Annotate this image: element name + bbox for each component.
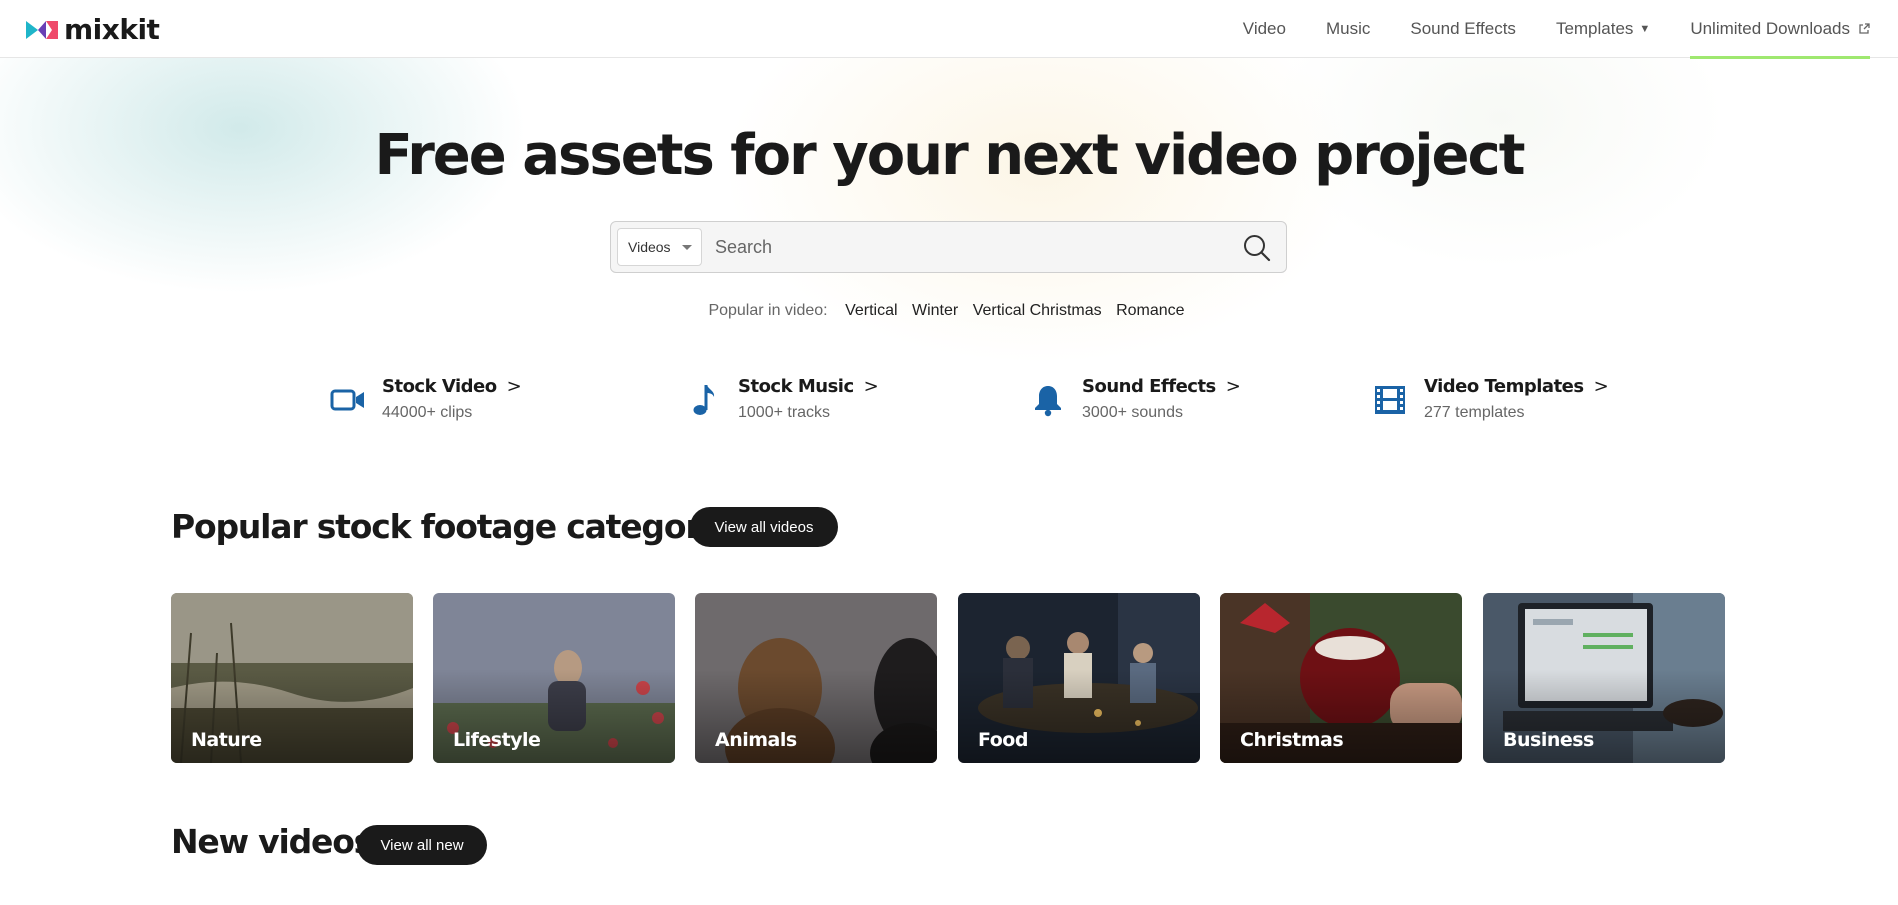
- mixkit-logo[interactable]: mixkit: [26, 13, 160, 46]
- card-label: Food: [978, 729, 1028, 751]
- popular-tag[interactable]: Romance: [1116, 302, 1184, 319]
- film-strip-icon: [1372, 382, 1408, 418]
- popular-tag[interactable]: Vertical Christmas: [973, 302, 1102, 319]
- category-subtitle: 44000+ clips: [382, 404, 473, 421]
- nav-templates-label: Templates: [1555, 19, 1634, 38]
- search-bar: Videos: [610, 221, 1287, 273]
- nav-sound-effects-label: Sound Effects: [1410, 19, 1516, 38]
- chevron-right-icon: >: [863, 376, 879, 397]
- nav-music[interactable]: Music: [1326, 0, 1370, 58]
- category-title: Video Templates: [1424, 376, 1584, 397]
- category-card-food[interactable]: Food: [958, 593, 1200, 763]
- music-note-icon: [686, 382, 722, 418]
- search-icon[interactable]: [1242, 233, 1272, 263]
- hero-title: Free assets for your next video project: [374, 123, 1526, 188]
- category-card-animals[interactable]: Animals: [695, 593, 937, 763]
- category-title: Sound Effects: [1082, 376, 1216, 397]
- logo-mark-icon: [26, 21, 58, 39]
- chevron-right-icon: >: [1225, 376, 1241, 397]
- new-videos-title: New videos: [171, 822, 373, 861]
- card-label: Christmas: [1240, 729, 1344, 751]
- video-camera-icon: [330, 382, 366, 418]
- category-video-templates[interactable]: Video Templates > 277 templates: [1372, 376, 1609, 422]
- nav-unlimited-downloads-label: Unlimited Downloads: [1690, 19, 1850, 38]
- external-link-icon: [1859, 23, 1870, 34]
- popular-tag[interactable]: Winter: [912, 302, 958, 319]
- category-card-nature[interactable]: Nature: [171, 593, 413, 763]
- category-stock-music[interactable]: Stock Music > 1000+ tracks: [686, 376, 879, 422]
- nav-sound-effects[interactable]: Sound Effects: [1410, 0, 1516, 58]
- category-title: Stock Music: [738, 376, 854, 397]
- card-label: Business: [1503, 729, 1594, 751]
- category-subtitle: 1000+ tracks: [738, 404, 831, 421]
- card-label: Lifestyle: [453, 729, 541, 751]
- nav-video-label: Video: [1242, 19, 1286, 38]
- category-subtitle: 277 templates: [1424, 404, 1525, 421]
- nav-video[interactable]: Video: [1243, 0, 1286, 58]
- popular-tag[interactable]: Vertical: [845, 302, 897, 319]
- category-title: Stock Video: [382, 376, 497, 397]
- select-caret-icon: [682, 245, 692, 250]
- nav-music-label: Music: [1325, 19, 1371, 38]
- nav-templates[interactable]: Templates ▼: [1556, 0, 1650, 58]
- search-category-select[interactable]: Videos: [617, 228, 702, 266]
- popular-label: Popular in video:: [708, 302, 828, 319]
- dropdown-caret-icon: ▼: [1639, 23, 1651, 35]
- bell-icon: [1030, 382, 1066, 418]
- popular-searches: Popular in video: Vertical Winter Vertic…: [0, 302, 1898, 320]
- card-label: Animals: [715, 729, 797, 751]
- logo-text: mixkit: [64, 13, 160, 46]
- view-all-videos-button[interactable]: View all videos: [690, 507, 838, 547]
- main-nav: Video Music Sound Effects Templates ▼ Unl…: [1203, 0, 1898, 59]
- category-card-business[interactable]: Business: [1483, 593, 1725, 763]
- footage-section-title: Popular stock footage categories: [171, 507, 751, 546]
- chevron-right-icon: >: [1593, 376, 1609, 397]
- search-input[interactable]: [715, 230, 1215, 264]
- chevron-right-icon: >: [506, 376, 522, 397]
- category-card-christmas[interactable]: Christmas: [1220, 593, 1462, 763]
- nav-unlimited-downloads[interactable]: Unlimited Downloads: [1690, 0, 1870, 59]
- top-header: mixkit Video Music Sound Effects Templat…: [0, 0, 1898, 59]
- card-label: Nature: [191, 729, 262, 751]
- hero-background: [0, 58, 1898, 378]
- category-sound-effects[interactable]: Sound Effects > 3000+ sounds: [1030, 376, 1241, 422]
- view-all-new-button[interactable]: View all new: [357, 825, 487, 865]
- category-card-lifestyle[interactable]: Lifestyle: [433, 593, 675, 763]
- category-subtitle: 3000+ sounds: [1082, 404, 1183, 421]
- category-stock-video[interactable]: Stock Video > 44000+ clips: [330, 376, 522, 422]
- search-category-value: Videos: [628, 239, 671, 255]
